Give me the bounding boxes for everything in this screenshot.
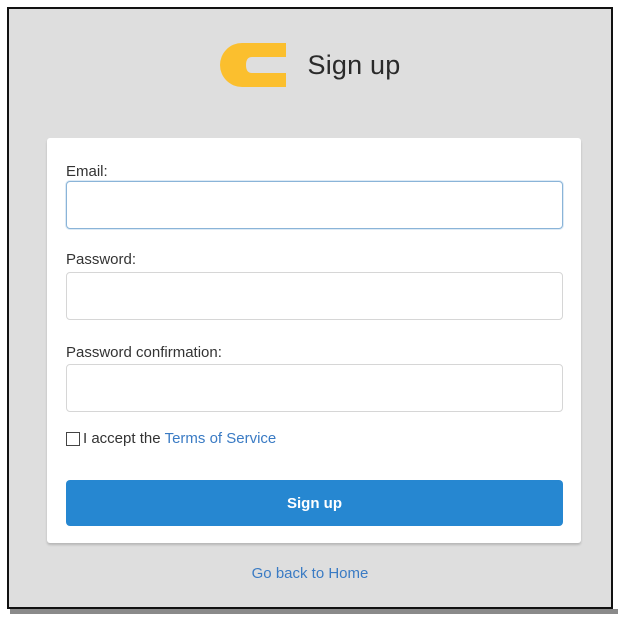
password-label: Password:	[66, 251, 137, 268]
terms-label: I accept the	[83, 430, 161, 447]
password-field[interactable]	[66, 272, 563, 320]
page-frame: Sign up Email: Password: Password confir…	[7, 7, 613, 609]
page-title: Sign up	[307, 49, 401, 80]
sign-up-button[interactable]: Sign up	[66, 480, 563, 526]
password-confirmation-label: Password confirmation:	[66, 344, 222, 361]
terms-of-service-link[interactable]: Terms of Service	[165, 430, 277, 447]
terms-checkbox[interactable]	[66, 431, 80, 446]
page-header: Sign up	[9, 43, 611, 87]
frame-shadow	[10, 609, 618, 614]
c-logo-icon	[219, 43, 286, 87]
terms-row: I accept the Terms of Service	[66, 430, 276, 447]
email-field[interactable]	[66, 181, 563, 229]
email-label: Email:	[66, 163, 108, 180]
signup-form: Email: Password: Password confirmation: …	[47, 138, 581, 543]
go-back-home-link[interactable]: Go back to Home	[9, 565, 611, 582]
password-confirmation-field[interactable]	[66, 364, 563, 412]
